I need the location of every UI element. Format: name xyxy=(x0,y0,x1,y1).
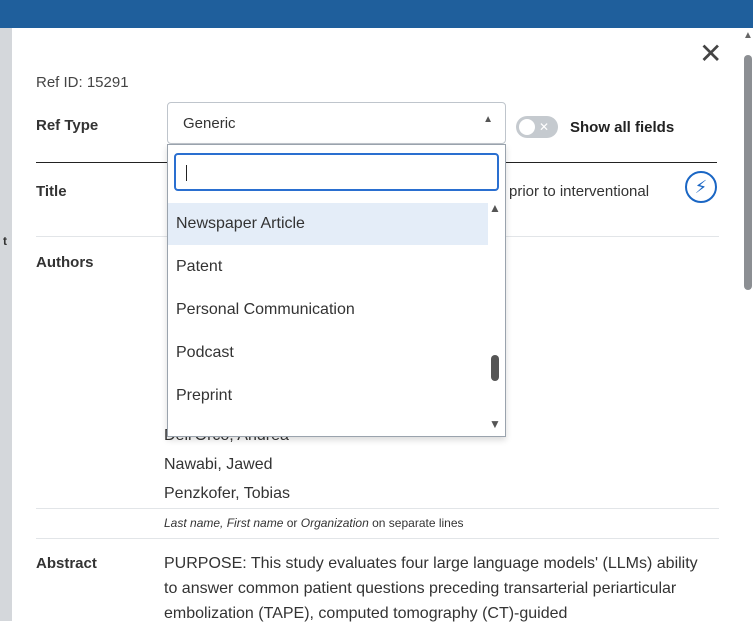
title-value[interactable]: prior to interventional xyxy=(509,183,649,200)
dialog-scroll-thumb[interactable] xyxy=(744,55,752,290)
abstract-text[interactable]: PURPOSE: This study evaluates four large… xyxy=(164,551,704,626)
option-label: Preprint xyxy=(176,387,233,404)
ref-type-label: Ref Type xyxy=(36,117,99,134)
ref-id: Ref ID: 15291 xyxy=(36,74,129,91)
scroll-down-arrow-icon[interactable]: ▼ xyxy=(489,417,501,431)
option-label: Patent xyxy=(176,258,223,275)
caret-up-icon: ▲ xyxy=(483,114,493,125)
ref-type-select[interactable]: Generic ▲ xyxy=(167,102,506,144)
dropdown-option[interactable]: Personal Communication xyxy=(168,289,488,331)
dropdown-scroll-thumb[interactable] xyxy=(491,355,499,381)
hint-organization: Organization xyxy=(300,516,369,530)
ref-type-selected-value: Generic xyxy=(183,115,236,132)
dropdown-option[interactable]: Patent xyxy=(168,246,488,288)
hint-or: or xyxy=(283,516,301,530)
show-all-fields-toggle[interactable]: ✕ xyxy=(516,116,558,138)
title-label: Title xyxy=(36,183,67,200)
option-label: Podcast xyxy=(176,344,234,361)
hint-separate-lines: on separate lines xyxy=(368,516,464,530)
hint-name-format: Last name, First name xyxy=(164,516,284,530)
background-page: t xyxy=(0,28,12,621)
show-all-fields-label: Show all fields xyxy=(570,119,675,136)
option-label: Newspaper Article xyxy=(176,215,305,232)
dropdown-option[interactable]: Preprint xyxy=(168,375,488,417)
ref-type-search-input[interactable] xyxy=(174,153,505,191)
toggle-x-icon: ✕ xyxy=(539,120,550,134)
background-fragment: t xyxy=(3,234,7,248)
scroll-up-arrow-icon[interactable]: ▲ xyxy=(489,201,501,215)
authors-hint: Last name, First name or Organization on… xyxy=(164,516,464,530)
lightning-bolt-icon[interactable]: ⚡ xyxy=(685,171,717,203)
option-label: Personal Communication xyxy=(176,301,355,318)
text-cursor xyxy=(186,165,187,181)
ref-type-dropdown: Newspaper Article Patent Personal Commun… xyxy=(167,144,506,437)
authors-label: Authors xyxy=(36,254,94,271)
search-input[interactable] xyxy=(176,155,505,189)
divider xyxy=(36,508,719,509)
scroll-up-icon[interactable]: ▲ xyxy=(743,30,753,41)
dropdown-option[interactable]: Newspaper Article xyxy=(168,203,488,245)
close-icon[interactable]: ✕ xyxy=(699,40,722,68)
dropdown-scrollbar[interactable] xyxy=(487,203,505,435)
abstract-label: Abstract xyxy=(36,555,97,572)
author-line[interactable]: Penzkofer, Tobias xyxy=(164,485,290,503)
app-header-bar xyxy=(0,0,753,28)
dropdown-option[interactable]: Podcast xyxy=(168,332,488,374)
author-line[interactable]: Nawabi, Jawed xyxy=(164,456,273,474)
divider xyxy=(36,538,719,539)
toggle-knob xyxy=(519,119,535,135)
